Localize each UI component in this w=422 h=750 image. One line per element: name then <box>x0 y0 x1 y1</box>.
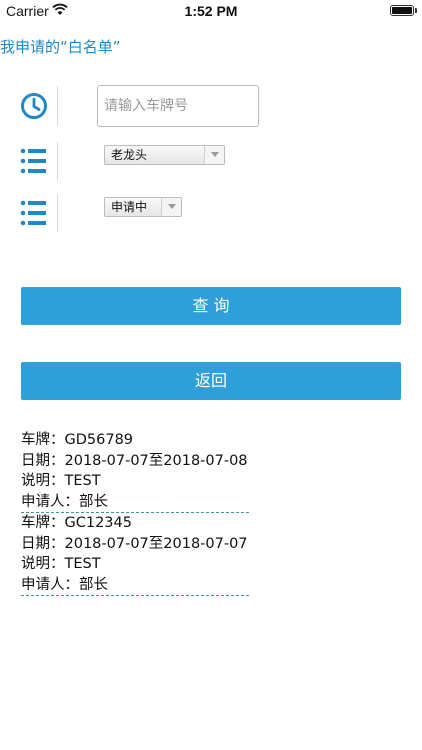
status-select[interactable]: 申请中 <box>104 197 182 217</box>
page-title: 我申请的“白名单” <box>0 38 121 56</box>
row-divider <box>57 142 58 180</box>
record-note: 说明：TEST <box>21 473 101 490</box>
status-select-value: 申请中 <box>111 200 148 214</box>
record-date: 日期：2018-07-07至2018-07-08 <box>21 452 248 469</box>
back-button[interactable]: 返回 <box>21 362 401 400</box>
status-dropdown-button[interactable] <box>161 198 181 216</box>
row-divider <box>57 194 58 232</box>
clock-time: 1:52 PM <box>184 3 238 19</box>
record-applicant: 申请人：部长 <box>21 493 108 510</box>
record-applicant: 申请人：部长 <box>21 576 108 593</box>
status-bar: Carrier 1:52 PM <box>0 0 422 22</box>
location-select[interactable]: 老龙头 <box>104 145 225 165</box>
chevron-down-icon <box>211 152 219 157</box>
clock-icon <box>21 93 47 119</box>
battery-tip <box>415 8 417 13</box>
record-plate: 车牌：GC12345 <box>21 515 132 531</box>
battery-icon <box>390 5 414 16</box>
plate-number-input[interactable] <box>97 85 259 127</box>
location-dropdown-button[interactable] <box>204 146 224 164</box>
record-item[interactable]: 车牌：GC12345 日期：2018-07-07至2018-07-07 说明：T… <box>21 513 249 597</box>
chevron-down-icon <box>168 204 176 209</box>
record-item[interactable]: 车牌：GD56789 日期：2018-07-07至2018-07-08 说明：T… <box>21 430 249 514</box>
location-select-value: 老龙头 <box>111 148 148 162</box>
list-icon <box>20 200 46 226</box>
list-icon <box>20 148 46 174</box>
record-date: 日期：2018-07-07至2018-07-07 <box>21 535 248 552</box>
record-note: 说明：TEST <box>21 556 101 573</box>
record-plate: 车牌：GD56789 <box>21 432 134 448</box>
query-button[interactable]: 查 询 <box>21 287 401 325</box>
row-divider <box>57 86 58 126</box>
